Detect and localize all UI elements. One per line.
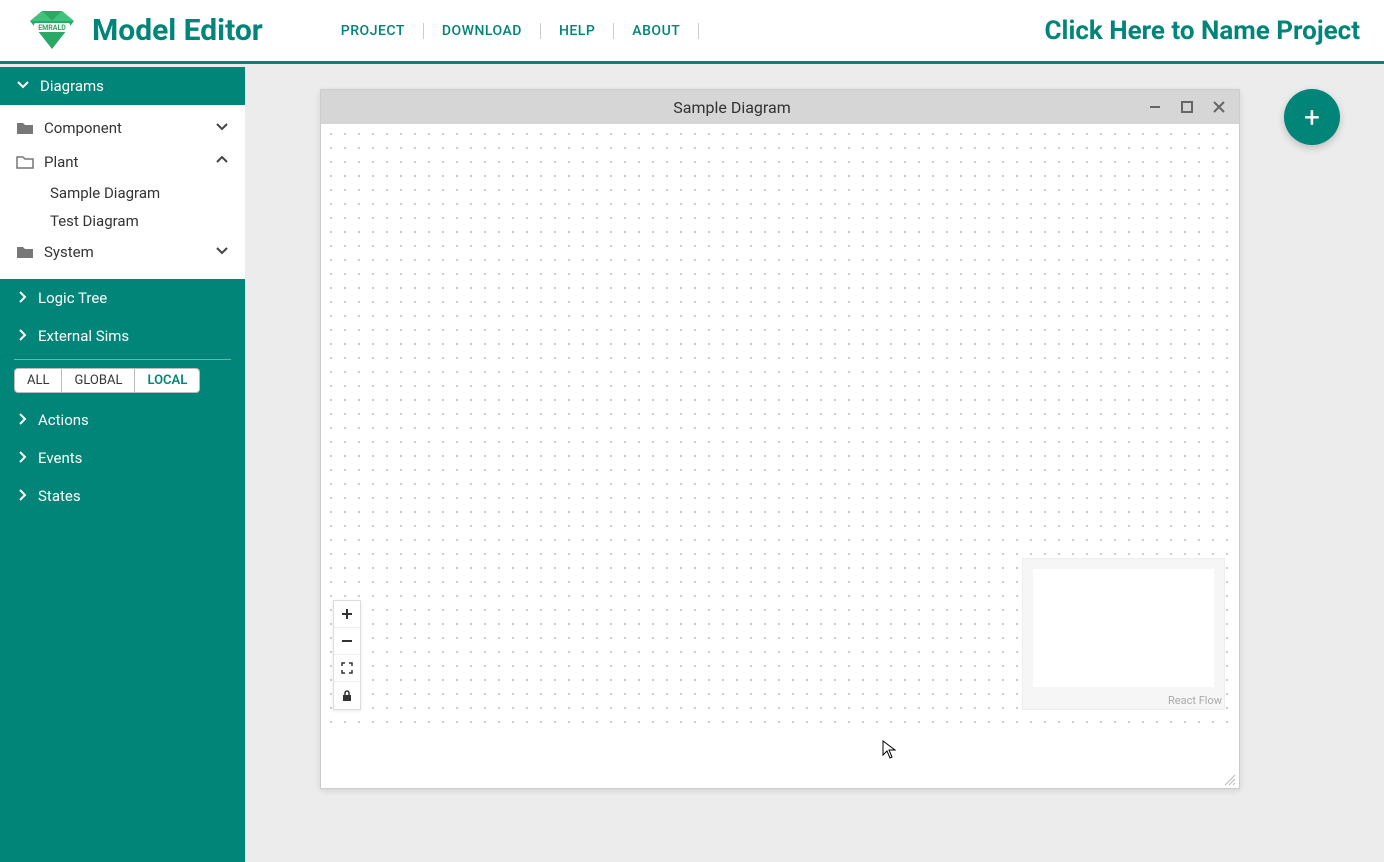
chevron-up-icon [215,153,229,171]
tree-label: Plant [44,153,78,171]
sidebar-section-label: Events [38,449,82,467]
window-title: Sample Diagram [331,98,1133,117]
chevron-down-icon [215,243,229,261]
react-flow-canvas[interactable]: React Flow [321,124,1239,724]
sidebar-section-events[interactable]: Events [0,439,245,477]
svg-text:EMRALD: EMRALD [38,24,66,32]
sidebar-section-label: Diagrams [40,77,104,95]
folder-closed-icon [16,245,34,259]
chevron-right-icon [16,449,28,467]
tree-label: Component [44,119,122,137]
project-name-input[interactable]: Click Here to Name Project [1045,16,1360,46]
diagram-window: Sample Diagram [320,89,1240,789]
sidebar-section-label: External Sims [38,327,129,345]
sidebar-section-logic-tree[interactable]: Logic Tree [0,279,245,317]
window-minimize-button[interactable] [1145,97,1165,117]
window-titlebar[interactable]: Sample Diagram [321,90,1239,124]
tree-label: System [44,243,94,261]
scope-all[interactable]: ALL [14,368,62,393]
chevron-right-icon [16,487,28,505]
window-maximize-button[interactable] [1177,97,1197,117]
scope-local[interactable]: LOCAL [135,368,200,393]
tree-item-test-diagram[interactable]: Test Diagram [0,207,245,235]
top-nav: PROJECT DOWNLOAD HELP ABOUT Click Here t… [323,16,1360,46]
sidebar-section-diagrams[interactable]: Diagrams [0,67,245,105]
divider [14,359,231,360]
window-blank-area [321,724,1239,788]
sidebar-section-actions[interactable]: Actions [0,401,245,439]
flow-controls [333,600,361,710]
chevron-right-icon [16,289,28,307]
plus-icon: + [1304,101,1320,134]
nav-download[interactable]: DOWNLOAD [424,23,541,39]
folder-open-icon [16,155,34,169]
minimap[interactable]: React Flow [1022,558,1225,710]
nav-help[interactable]: HELP [541,23,614,39]
minimap-viewport [1033,569,1214,687]
scope-global[interactable]: GLOBAL [62,368,135,393]
sidebar-section-states[interactable]: States [0,477,245,515]
tree-folder-plant[interactable]: Plant [0,145,245,179]
diagrams-tree-panel: Component Plant Sample Diagram Test Diag… [0,105,245,279]
nav-project[interactable]: PROJECT [323,23,424,39]
emrald-logo: EMRALD [24,9,80,53]
zoom-out-button[interactable] [334,628,360,655]
folder-closed-icon [16,121,34,135]
chevron-down-icon [215,119,229,137]
chevron-down-icon [16,77,30,95]
canvas-area: Sample Diagram [245,67,1384,862]
resize-handle-icon[interactable] [1223,772,1237,786]
sidebar-section-label: States [38,487,81,505]
tree-folder-system[interactable]: System [0,235,245,269]
app-title: Model Editor [92,13,263,48]
nav-about[interactable]: ABOUT [614,23,699,39]
scope-tabs: ALL GLOBAL LOCAL [14,368,231,393]
add-button[interactable]: + [1284,89,1340,145]
fit-view-button[interactable] [334,655,360,682]
lock-button[interactable] [334,682,360,709]
app-header: EMRALD Model Editor PROJECT DOWNLOAD HEL… [0,0,1384,64]
sidebar: Diagrams Component Plant Sample Diagram … [0,67,245,862]
zoom-in-button[interactable] [334,601,360,628]
sidebar-section-label: Actions [38,411,89,429]
chevron-right-icon [16,327,28,345]
sidebar-section-external-sims[interactable]: External Sims [0,317,245,355]
tree-item-sample-diagram[interactable]: Sample Diagram [0,179,245,207]
window-close-button[interactable] [1209,97,1229,117]
tree-folder-component[interactable]: Component [0,111,245,145]
react-flow-attribution: React Flow [1168,694,1222,707]
sidebar-section-label: Logic Tree [38,289,107,307]
chevron-right-icon [16,411,28,429]
